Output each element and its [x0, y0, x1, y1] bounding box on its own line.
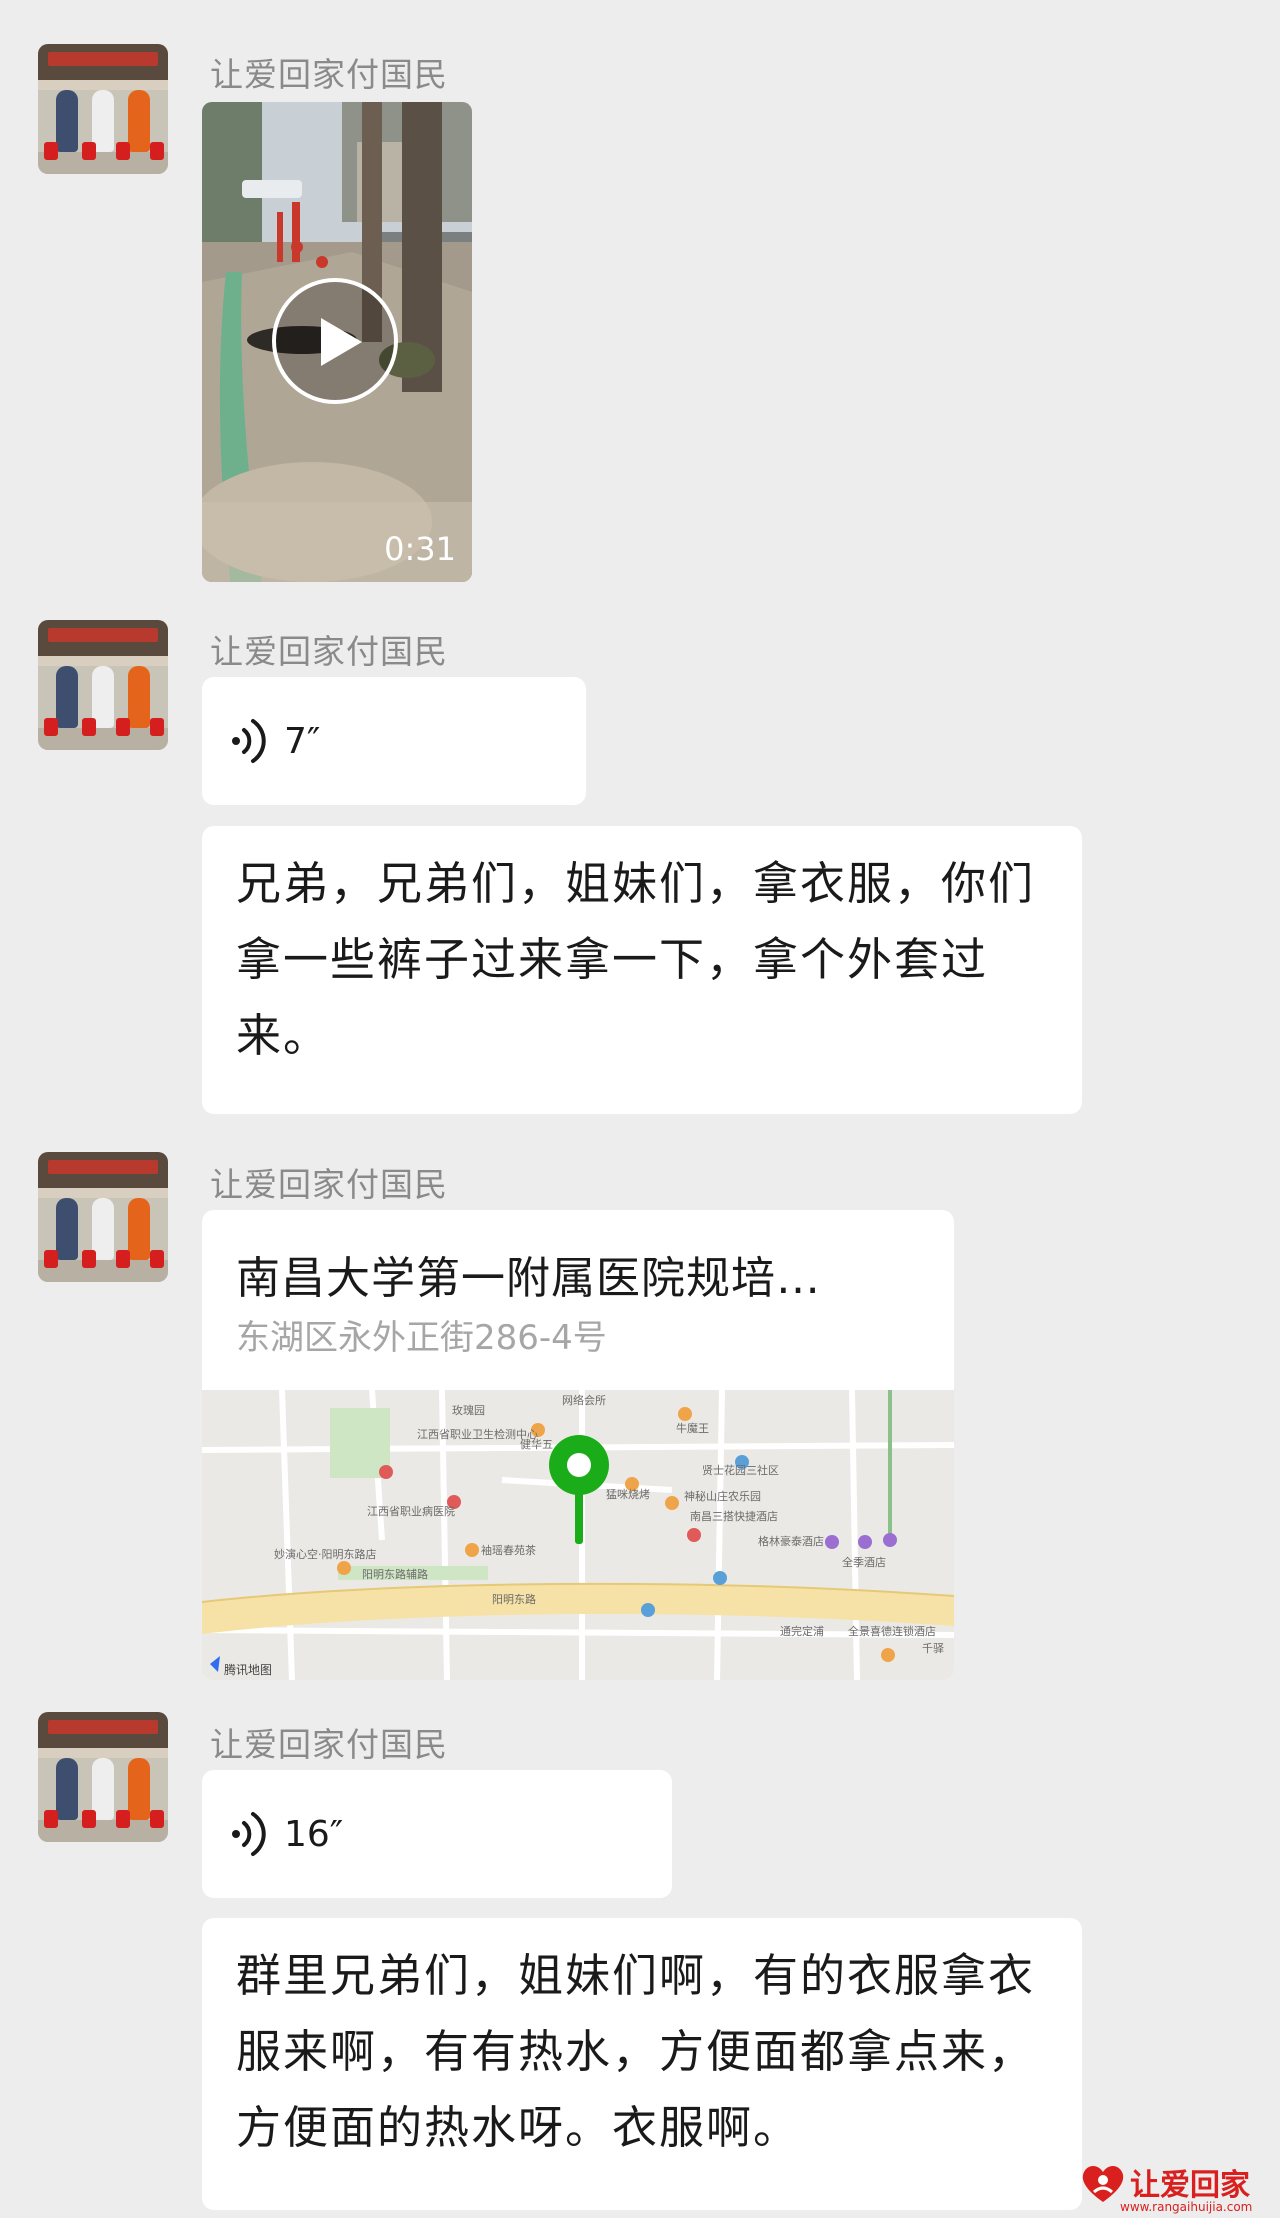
map-label: 阳明东路: [492, 1593, 536, 1606]
sender-name: 让爱回家付国民: [210, 1725, 448, 1764]
avatar-awning: [38, 1188, 168, 1198]
avatar-person: [56, 1198, 78, 1260]
map-label: 袖瑶春苑茶: [481, 1543, 536, 1557]
avatar-person: [128, 90, 150, 152]
voice-message[interactable]: 16″: [202, 1770, 672, 1898]
avatar[interactable]: [38, 44, 168, 174]
avatar[interactable]: [38, 1712, 168, 1842]
play-icon: [321, 318, 362, 366]
avatar-bag: [44, 1810, 58, 1828]
avatar-banner: [48, 1720, 158, 1734]
avatar-bag: [150, 1810, 164, 1828]
voice-transcript: 群里兄弟们，姐妹们啊，有的衣服拿衣服来啊，有有热水，方便面都拿点来，方便面的热水…: [202, 1918, 1082, 2210]
avatar-person: [56, 1758, 78, 1820]
map-label: 通完定浦: [780, 1624, 824, 1638]
avatar[interactable]: [38, 620, 168, 750]
watermark-url: www.rangaihuijia.com: [1120, 2200, 1253, 2214]
watermark-logo: 让爱回家 www.rangaihuijia.com: [1080, 2160, 1280, 2218]
avatar-bag: [150, 142, 164, 160]
map-label: 江西省职业病医院: [367, 1504, 455, 1518]
avatar-banner: [48, 52, 158, 66]
map-label: 贤士花园三社区: [702, 1463, 779, 1477]
voice-message[interactable]: 7″: [202, 677, 586, 805]
avatar-bag: [116, 1810, 130, 1828]
map-label: 全景喜德连锁酒店: [848, 1624, 936, 1638]
voice-transcript: 兄弟，兄弟们，姐妹们，拿衣服，你们拿一些裤子过来拿一下，拿个外套过来。: [202, 826, 1082, 1114]
map-label: 妙演心空·阳明东路店: [274, 1547, 377, 1561]
video-duration: 0:31: [384, 530, 456, 568]
map-label: 全季酒店: [842, 1555, 886, 1569]
avatar-person: [128, 1758, 150, 1820]
video-message[interactable]: 0:31: [202, 102, 472, 582]
avatar-banner: [48, 628, 158, 642]
voice-duration: 7″: [284, 720, 321, 762]
map-label: 牛魔王: [676, 1421, 709, 1435]
avatar-bag: [82, 1810, 96, 1828]
avatar-bag: [116, 718, 130, 736]
avatar-awning: [38, 656, 168, 666]
sender-name: 让爱回家付国民: [210, 55, 448, 94]
avatar-person: [128, 1198, 150, 1260]
play-button[interactable]: [272, 278, 398, 404]
avatar-banner: [48, 1160, 158, 1174]
location-message[interactable]: 南昌大学第一附属医院规培… 东湖区永外正街286-4号 网络会所 玫瑰园 江西省…: [202, 1210, 954, 1680]
avatar-person: [128, 666, 150, 728]
avatar-bag: [150, 1250, 164, 1268]
map-label: 网络会所: [562, 1393, 606, 1407]
avatar-bag: [150, 718, 164, 736]
avatar-bag: [82, 718, 96, 736]
map-label: 南昌三搭快捷酒店: [690, 1509, 778, 1523]
location-title: 南昌大学第一附属医院规培…: [236, 1253, 821, 1304]
map-pin-icon: [549, 1435, 609, 1544]
avatar-awning: [38, 80, 168, 90]
map-label: 格林豪泰酒店: [758, 1534, 824, 1548]
avatar-bag: [44, 142, 58, 160]
avatar-person: [56, 90, 78, 152]
map-label: 玫瑰园: [452, 1403, 485, 1417]
map-attribution: 腾讯地图: [224, 1662, 272, 1677]
sender-name: 让爱回家付国民: [210, 1165, 448, 1204]
sender-name: 让爱回家付国民: [210, 632, 448, 671]
location-address: 东湖区永外正街286-4号: [236, 1318, 607, 1358]
avatar[interactable]: [38, 1152, 168, 1282]
avatar-bag: [82, 1250, 96, 1268]
map-label: 阳明东路辅路: [362, 1567, 428, 1581]
voice-wave-icon: [232, 719, 266, 763]
location-map[interactable]: 网络会所 玫瑰园 江西省职业卫生检测中心 健华五 牛魔王 贤士花园三社区 猛咪烧…: [202, 1390, 954, 1680]
map-label: 神秘山庄农乐园: [684, 1489, 761, 1503]
map-label: 千驿: [922, 1642, 944, 1655]
avatar-bag: [116, 142, 130, 160]
avatar-bag: [44, 1250, 58, 1268]
avatar-awning: [38, 1748, 168, 1758]
voice-duration: 16″: [284, 1813, 344, 1855]
avatar-bag: [116, 1250, 130, 1268]
avatar-person: [56, 666, 78, 728]
watermark-text: 让爱回家: [1130, 2168, 1250, 2203]
avatar-bag: [82, 142, 96, 160]
avatar-bag: [44, 718, 58, 736]
voice-wave-icon: [232, 1812, 266, 1856]
